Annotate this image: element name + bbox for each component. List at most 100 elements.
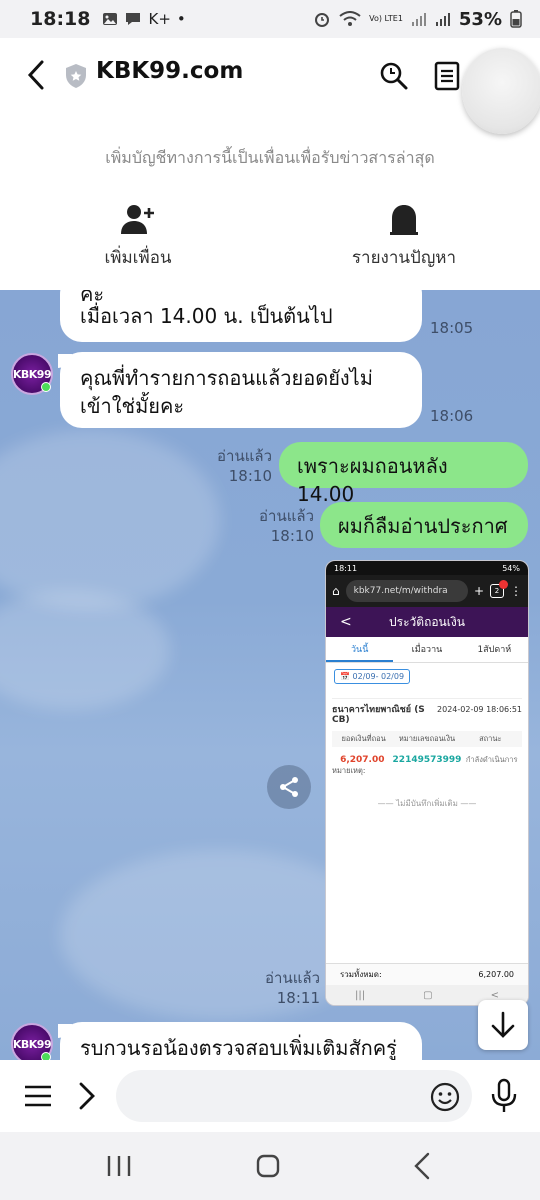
shot-status-bar: 18:11 54%: [326, 561, 528, 575]
microphone-icon[interactable]: [490, 1078, 518, 1114]
outgoing-message[interactable]: เพราะผมถอนหลัง 14.00: [279, 442, 528, 506]
shot-bank-row: ธนาคารไทยพาณิชย์ (S CB) 2024-02-09 18:06…: [332, 705, 522, 725]
recent-apps-icon[interactable]: [106, 1154, 132, 1178]
shot-total-row: รวมทั้งหมด: 6,207.00: [326, 963, 528, 985]
home-icon: ⌂: [332, 584, 340, 598]
chat-title: KBK99.com: [96, 58, 244, 84]
menu-dots-icon: ⋮: [510, 584, 522, 598]
shot-tab-yesterday: เมื่อวาน: [411, 645, 443, 655]
incoming-message[interactable]: คะ เมื่อเวลา 14.00 น. เป็นต้นไป: [60, 290, 422, 342]
read-receipt: อ่านแล้ว 18:10: [252, 506, 314, 546]
shot-tab-week: 1สัปดาห์: [477, 645, 512, 655]
menu-icon[interactable]: [24, 1084, 52, 1108]
shot-title: ประวัติถอนเงิน: [389, 614, 465, 629]
message-time: 18:10: [228, 467, 272, 485]
search-icon[interactable]: [378, 60, 410, 92]
shot-col-status: สถานะ: [479, 734, 502, 743]
shot-total-value: 6,207.00: [478, 970, 514, 979]
shot-date-text: 02/09- 02/09: [352, 672, 405, 681]
add-friend-button[interactable]: เพิ่มเพื่อน: [38, 202, 238, 271]
shot-columns: ยอดเงินที่ถอน หมายเลขถอนเงิน สถานะ: [332, 731, 522, 747]
message-line: คะ: [80, 290, 105, 302]
message-line: คุณพี่ทำรายการถอนแล้วยอดยังไม่: [80, 366, 373, 390]
tabs-icon: 2: [490, 580, 508, 598]
image-icon: [103, 13, 118, 25]
wifi-icon: [339, 11, 361, 26]
plus-icon: +: [473, 584, 484, 598]
read-receipt: อ่านแล้ว 18:10: [210, 446, 272, 486]
shot-back-icon-nav: <: [490, 989, 499, 1001]
avatar-logo: KBK99: [12, 367, 52, 381]
emoji-icon[interactable]: [430, 1082, 460, 1112]
message-line: เข้าใช่มั้ยคะ: [80, 394, 185, 418]
add-official-note: เพิ่มบัญชีทางการนี้เป็นเพื่อนเพื่อรับข่า…: [105, 148, 435, 167]
shared-screenshot-image[interactable]: 18:11 54% ⌂ kbk77.net/m/withdra + 2 ⋮ < …: [325, 560, 529, 1006]
battery-percent: 53%: [458, 8, 502, 30]
chat-bubble-icon: [126, 13, 141, 25]
share-button[interactable]: [267, 765, 311, 809]
read-label: อ่านแล้ว: [259, 507, 314, 525]
shot-datetime: 2024-02-09 18:06:51: [437, 705, 522, 714]
alarm-icon: [315, 13, 330, 27]
sender-avatar[interactable]: KBK99: [11, 353, 53, 395]
message-time: 18:06: [430, 407, 474, 425]
shot-titlebar: < ประวัติถอนเงิน: [326, 607, 528, 637]
bg-cloud: [0, 590, 170, 710]
incoming-message[interactable]: คุณพี่ทำรายการถอนแล้วยอดยังไม่ เข้าใช่มั…: [60, 352, 422, 428]
shot-recent-icon: |||: [355, 989, 366, 1001]
message-time: 18:05: [430, 319, 474, 337]
shot-col-number: หมายเลขถอนเงิน: [398, 734, 456, 743]
share-icon: [280, 777, 298, 797]
status-notification-icons: K+ •: [102, 10, 186, 28]
signal-icon-2: [435, 13, 450, 26]
shot-home-icon: ▢: [423, 989, 433, 1001]
back-icon[interactable]: [412, 1152, 432, 1180]
system-nav-bar: [0, 1132, 540, 1200]
read-receipt: อ่านแล้ว 18:11: [254, 968, 320, 1008]
shot-tabs: วันนี้ เมื่อวาน 1สัปดาห์: [326, 637, 528, 663]
official-shield-icon: [66, 64, 86, 88]
shot-status-time: 18:11: [334, 563, 358, 573]
chat-header: KBK99.com เพิ่มบัญชีทางการนี้เป็นเพื่อนเ…: [0, 38, 540, 290]
shot-bank: ธนาคารไทยพาณิชย์ (S CB): [332, 705, 425, 725]
notes-icon[interactable]: [432, 60, 462, 92]
shot-note-label: หมายเหตุ:: [332, 766, 366, 775]
message-input[interactable]: [116, 1070, 472, 1122]
chat-area[interactable]: คะ เมื่อเวลา 14.00 น. เป็นต้นไป 18:05 KB…: [0, 290, 540, 1060]
status-right-icons: Vo) LTE1 53%: [313, 9, 522, 30]
online-indicator: [41, 382, 51, 392]
dot-icon: •: [176, 10, 186, 28]
scroll-down-button[interactable]: [478, 1000, 528, 1050]
add-friend-icon: [121, 205, 154, 234]
floating-avatar[interactable]: [462, 48, 540, 134]
shot-values: 6,207.00 22149573999 กำลังดำเนินการ: [332, 755, 522, 765]
home-icon[interactable]: [256, 1154, 280, 1178]
shot-back-icon: <: [340, 614, 352, 630]
shot-amount: 6,207.00: [340, 755, 385, 765]
arrow-down-icon: [491, 1011, 515, 1038]
shot-col-amount: ยอดเงินที่ถอน: [341, 734, 386, 743]
message-time: 18:10: [270, 527, 314, 545]
shot-number: 22149573999: [392, 755, 462, 765]
outgoing-message[interactable]: ผมก็ลืมอ่านประกาศ: [320, 502, 528, 548]
shot-tab-today: วันนี้: [326, 637, 394, 662]
shot-no-more: —— ไม่มีบันทึกเพิ่มเติม ——: [377, 799, 477, 808]
shot-date-range: 📅 02/09- 02/09: [334, 669, 411, 684]
chevron-right-icon[interactable]: [76, 1080, 98, 1112]
read-label: อ่านแล้ว: [217, 447, 272, 465]
signal-icon: [411, 13, 426, 26]
shot-url: kbk77.net/m/withdra: [345, 580, 468, 602]
bg-cloud: [0, 430, 220, 610]
read-label: อ่านแล้ว: [265, 969, 320, 987]
back-arrow-icon[interactable]: [22, 58, 52, 92]
sender-avatar[interactable]: KBK99: [11, 1023, 53, 1060]
report-button[interactable]: รายงานปัญหา: [304, 202, 504, 271]
message-line: เมื่อเวลา 14.00 น. เป็นต้นไป: [80, 304, 333, 328]
shot-total-label: รวมทั้งหมด:: [340, 970, 382, 979]
status-bar: 18:18 K+ • Vo) LTE1 53%: [0, 0, 540, 38]
carrier-label: K+: [148, 10, 171, 28]
tab-count: 2: [494, 587, 500, 595]
shot-no-more-text: ไม่มีบันทึกเพิ่มเติม: [396, 799, 458, 808]
status-time: 18:18: [30, 8, 91, 30]
incoming-message[interactable]: รบกวนรอน้องตรวจสอบเพิ่มเติมสักครู่: [60, 1022, 422, 1060]
